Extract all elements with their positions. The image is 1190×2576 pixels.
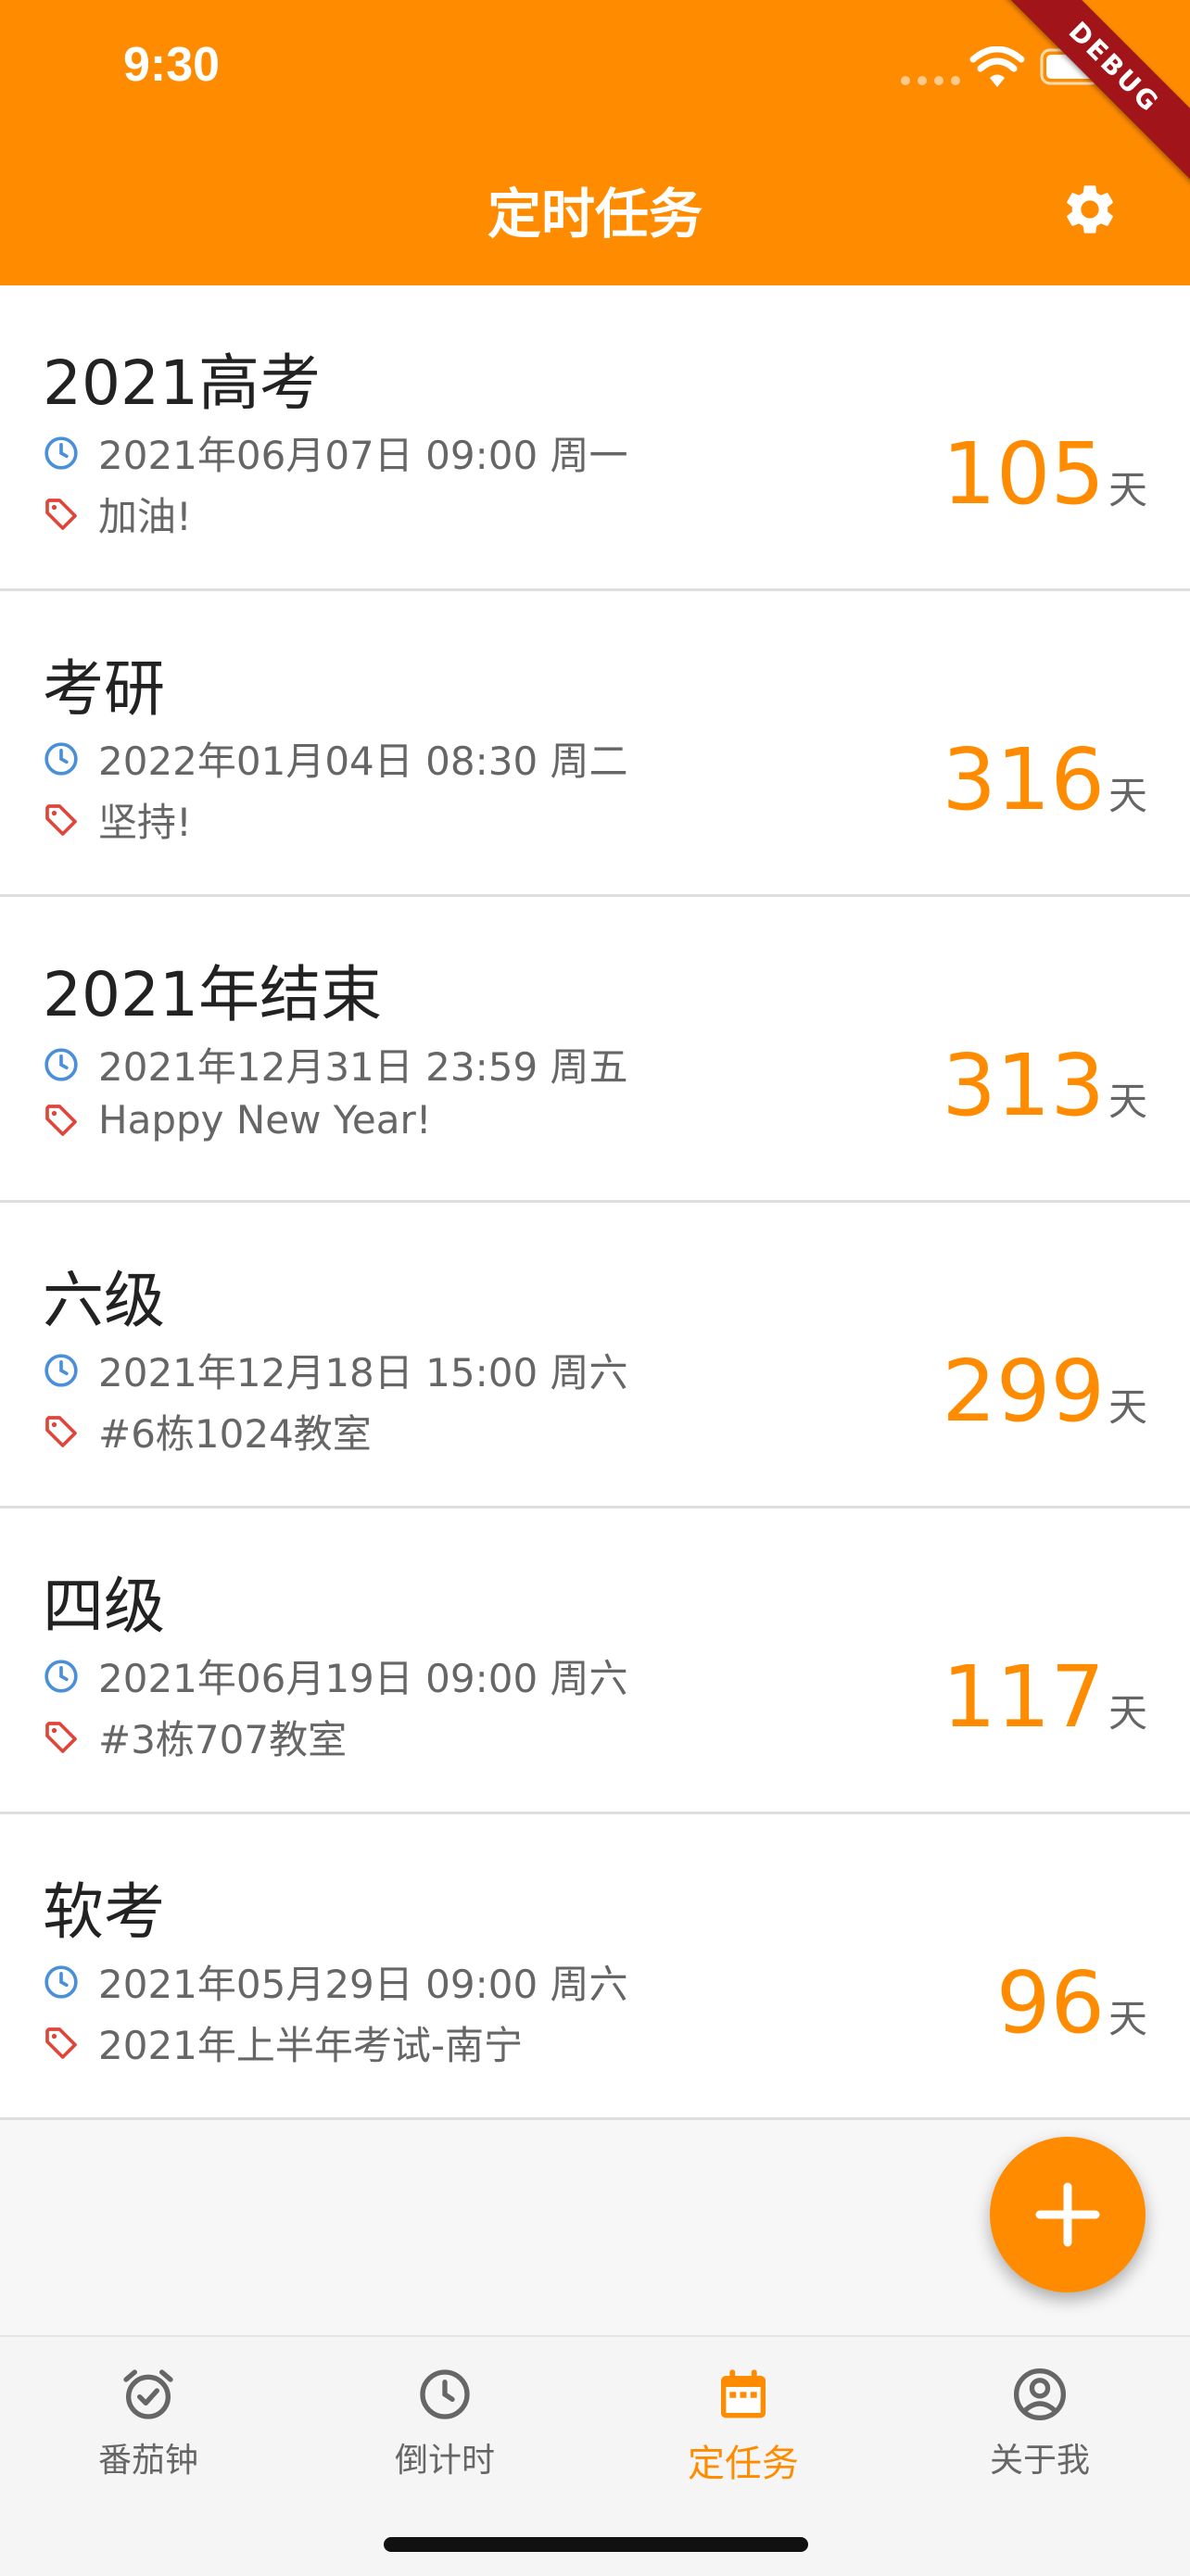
nav-item-pomodoro[interactable]: 番茄钟 — [56, 2365, 241, 2481]
task-item[interactable]: 软考 2021年05月29日 09:00 周六 2021年上半年考试-南宁 96… — [0, 1814, 1190, 2120]
clock-icon — [44, 1353, 78, 1387]
days-unit: 天 — [1108, 773, 1147, 818]
days-count: 313 — [942, 1036, 1105, 1135]
task-datetime: 2021年12月31日 23:59 周五 — [98, 1044, 628, 1090]
tag-icon — [45, 1721, 77, 1753]
page-title: 定时任务 — [487, 183, 703, 246]
nav-label: 番茄钟 — [97, 2442, 198, 2480]
app-bar: 9:30 DEBUG 定时任务 — [0, 0, 1190, 285]
nav-label: 倒计时 — [394, 2442, 495, 2480]
clock-icon — [44, 741, 78, 776]
task-datetime: 2021年06月07日 09:00 周一 — [98, 433, 628, 478]
tag-icon — [45, 2027, 77, 2059]
tag-icon — [45, 1104, 77, 1136]
clock-icon — [44, 1964, 78, 1999]
tag-icon — [45, 803, 77, 836]
add-task-button[interactable] — [990, 2137, 1146, 2292]
task-item[interactable]: 2021高考 2021年06月07日 09:00 周一 加油! 105 天 — [0, 285, 1190, 591]
alarm-icon — [123, 2369, 173, 2419]
task-title: 考研 — [43, 653, 165, 725]
days-count: 96 — [995, 1953, 1105, 2052]
task-title: 四级 — [43, 1571, 165, 1642]
task-datetime: 2022年01月04日 08:30 周二 — [98, 739, 628, 784]
task-title: 2021高考 — [43, 347, 321, 419]
tag-icon — [45, 498, 77, 530]
task-datetime: 2021年12月18日 15:00 周六 — [98, 1350, 628, 1395]
debug-banner: DEBUG — [991, 0, 1190, 191]
task-note: Happy New Year! — [98, 1097, 432, 1143]
days-remaining: 299 天 — [942, 1342, 1147, 1441]
task-item[interactable]: 四级 2021年06月19日 09:00 周六 #3栋707教室 117 天 — [0, 1509, 1190, 1814]
task-datetime: 2021年05月29日 09:00 周六 — [98, 1962, 628, 2007]
task-title: 六级 — [43, 1265, 165, 1336]
account-icon — [1014, 2368, 1066, 2420]
task-note: #6栋1024教室 — [98, 1411, 372, 1457]
days-remaining: 313 天 — [942, 1036, 1147, 1135]
task-title: 2021年结束 — [43, 959, 382, 1030]
days-remaining: 105 天 — [942, 424, 1147, 524]
nav-item-countdown[interactable]: 倒计时 — [352, 2365, 538, 2481]
days-count: 105 — [942, 424, 1105, 524]
calendar-icon — [721, 2369, 766, 2418]
clock-icon — [44, 1659, 78, 1693]
status-time: 9:30 — [123, 38, 221, 92]
tag-icon — [45, 1415, 77, 1447]
clock-icon — [44, 1047, 78, 1081]
days-unit: 天 — [1108, 1384, 1147, 1430]
days-unit: 天 — [1108, 1690, 1147, 1736]
days-count: 299 — [942, 1342, 1105, 1441]
task-note: 加油! — [98, 494, 192, 539]
days-unit: 天 — [1108, 1079, 1147, 1124]
days-unit: 天 — [1108, 467, 1147, 512]
task-title: 软考 — [43, 1876, 165, 1948]
home-indicator — [384, 2537, 808, 2552]
task-note: 坚持! — [98, 800, 192, 845]
days-remaining: 96 天 — [996, 1953, 1147, 2052]
plus-icon — [1035, 2182, 1100, 2247]
days-remaining: 117 天 — [942, 1648, 1147, 1747]
nav-label: 关于我 — [989, 2442, 1090, 2480]
task-note: #3栋707教室 — [98, 1717, 348, 1762]
task-list: 2021高考 2021年06月07日 09:00 周一 加油! 105 天 考研 — [0, 285, 1190, 2120]
task-item[interactable]: 六级 2021年12月18日 15:00 周六 #6栋1024教室 299 天 — [0, 1203, 1190, 1509]
task-item[interactable]: 2021年结束 2021年12月31日 23:59 周五 Happy New Y… — [0, 897, 1190, 1203]
nav-label: 定任务 — [688, 2443, 799, 2485]
cellular-signal-icon — [901, 76, 960, 85]
wifi-icon — [969, 46, 1025, 87]
clock-icon — [420, 2369, 470, 2419]
nav-item-scheduled-tasks[interactable]: 定任务 — [651, 2365, 836, 2487]
task-note: 2021年上半年考试-南宁 — [98, 2023, 524, 2068]
days-count: 316 — [942, 730, 1105, 829]
days-remaining: 316 天 — [942, 730, 1147, 829]
clock-icon — [44, 436, 78, 470]
days-count: 117 — [942, 1648, 1105, 1747]
days-unit: 天 — [1108, 1996, 1147, 2041]
nav-item-about-me[interactable]: 关于我 — [947, 2365, 1133, 2481]
task-datetime: 2021年06月19日 09:00 周六 — [98, 1656, 628, 1701]
task-item[interactable]: 考研 2022年01月04日 08:30 周二 坚持! 316 天 — [0, 591, 1190, 897]
settings-icon[interactable] — [1060, 180, 1120, 239]
